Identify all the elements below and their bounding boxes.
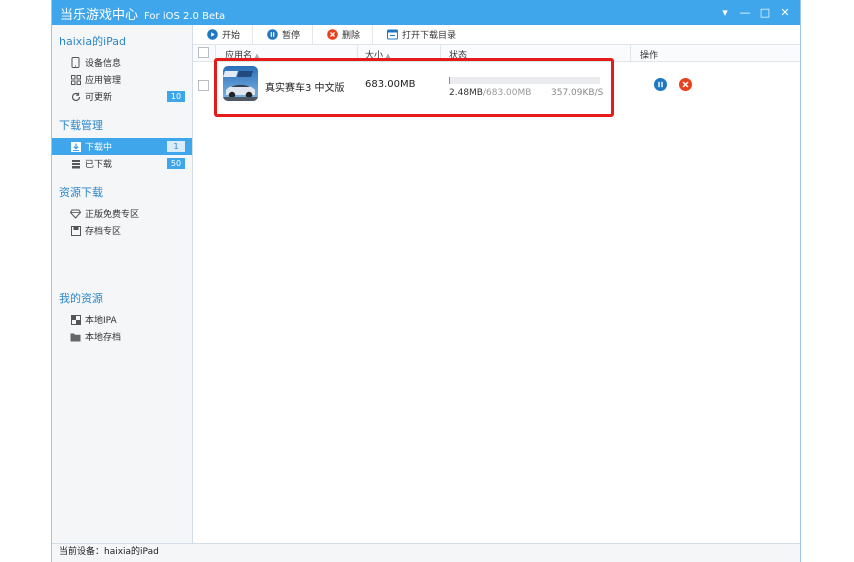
folder-icon xyxy=(70,331,81,342)
open-folder-icon xyxy=(387,29,399,40)
grid-icon xyxy=(70,74,81,85)
close-icon xyxy=(682,81,689,88)
ipa-icon xyxy=(70,314,81,325)
tablet-icon xyxy=(70,57,81,68)
open-dir-label: 打开下载目录 xyxy=(402,31,457,41)
sidebar-item-downloading[interactable]: 下载中 1 xyxy=(52,138,192,155)
sidebar-item-label: 下载中 xyxy=(85,143,113,153)
update-count-badge: 10 xyxy=(167,91,185,102)
toolbar: 开始 暂停 删除 打开下载目录 xyxy=(193,25,800,44)
column-divider xyxy=(630,45,631,62)
sidebar-resource-section: 资源下载 xyxy=(59,186,103,199)
sidebar-item-device-info[interactable]: 设备信息 xyxy=(52,54,192,71)
sidebar-item-downloaded[interactable]: 已下载 50 xyxy=(52,155,192,172)
window-controls: ▾ — □ ✕ xyxy=(716,3,794,21)
downloaded-count-badge: 50 xyxy=(167,158,185,169)
sidebar-item-label: 可更新 xyxy=(85,93,113,103)
row-delete-button[interactable] xyxy=(679,78,692,91)
start-button[interactable]: 开始 xyxy=(193,25,254,44)
open-download-dir-button[interactable]: 打开下载目录 xyxy=(373,25,468,44)
row-pause-button[interactable] xyxy=(654,78,667,91)
sidebar-item-local-save[interactable]: 本地存档 xyxy=(52,328,192,345)
save-icon xyxy=(70,225,81,236)
highlight-box xyxy=(214,58,614,117)
sidebar-item-label: 已下载 xyxy=(85,160,113,170)
app-title: 当乐游戏中心 For iOS 2.0 Beta xyxy=(60,4,225,23)
play-icon xyxy=(207,29,218,40)
delete-icon xyxy=(327,29,338,40)
start-label: 开始 xyxy=(222,31,241,41)
sidebar-item-local-ipa[interactable]: 本地IPA xyxy=(52,311,192,328)
pause-button[interactable]: 暂停 xyxy=(253,25,314,44)
download-icon xyxy=(70,141,81,152)
sidebar-item-save-zone[interactable]: 存档专区 xyxy=(52,222,192,239)
sidebar-item-label: 应用管理 xyxy=(85,76,122,86)
current-device-text: 当前设备：haixia的iPad xyxy=(59,547,159,557)
delete-label: 删除 xyxy=(342,31,361,41)
pause-icon xyxy=(267,29,278,40)
select-all-checkbox[interactable] xyxy=(198,47,209,58)
downloading-count-badge: 1 xyxy=(167,141,185,152)
sidebar: haixia的iPad 设备信息 应用管理 可更新 10 下载管理 下载中 1 … xyxy=(52,25,193,543)
menu-dropdown-icon[interactable]: ▾ xyxy=(716,3,734,21)
sidebar-item-label: 存档专区 xyxy=(85,227,122,237)
column-header-actions: 操作 xyxy=(640,51,659,61)
close-button[interactable]: ✕ xyxy=(776,3,794,21)
maximize-button[interactable]: □ xyxy=(756,3,774,21)
refresh-icon xyxy=(70,91,81,102)
sidebar-device-name: haixia的iPad xyxy=(59,35,126,48)
sidebar-item-app-manage[interactable]: 应用管理 xyxy=(52,71,192,88)
app-version: For iOS 2.0 Beta xyxy=(144,11,226,22)
sidebar-item-label: 本地IPA xyxy=(85,316,117,326)
pause-label: 暂停 xyxy=(282,31,301,41)
title-bar: 当乐游戏中心 For iOS 2.0 Beta ▾ — □ ✕ xyxy=(52,0,800,25)
status-bar: 当前设备：haixia的iPad xyxy=(52,543,800,562)
sidebar-my-section: 我的资源 xyxy=(59,292,103,305)
sidebar-download-section: 下载管理 xyxy=(59,119,103,132)
pause-icon xyxy=(658,81,663,88)
stack-icon xyxy=(70,158,81,169)
row-checkbox[interactable] xyxy=(198,80,209,91)
app-title-text: 当乐游戏中心 xyxy=(60,8,139,23)
minimize-button[interactable]: — xyxy=(736,3,754,21)
delete-button[interactable]: 删除 xyxy=(313,25,374,44)
sidebar-item-updates[interactable]: 可更新 10 xyxy=(52,88,192,105)
sidebar-item-free-zone[interactable]: 正版免费专区 xyxy=(52,205,192,222)
diamond-icon xyxy=(70,208,81,219)
sidebar-item-label: 本地存档 xyxy=(85,333,122,343)
sidebar-item-label: 正版免费专区 xyxy=(85,210,140,220)
sidebar-item-label: 设备信息 xyxy=(85,59,122,69)
